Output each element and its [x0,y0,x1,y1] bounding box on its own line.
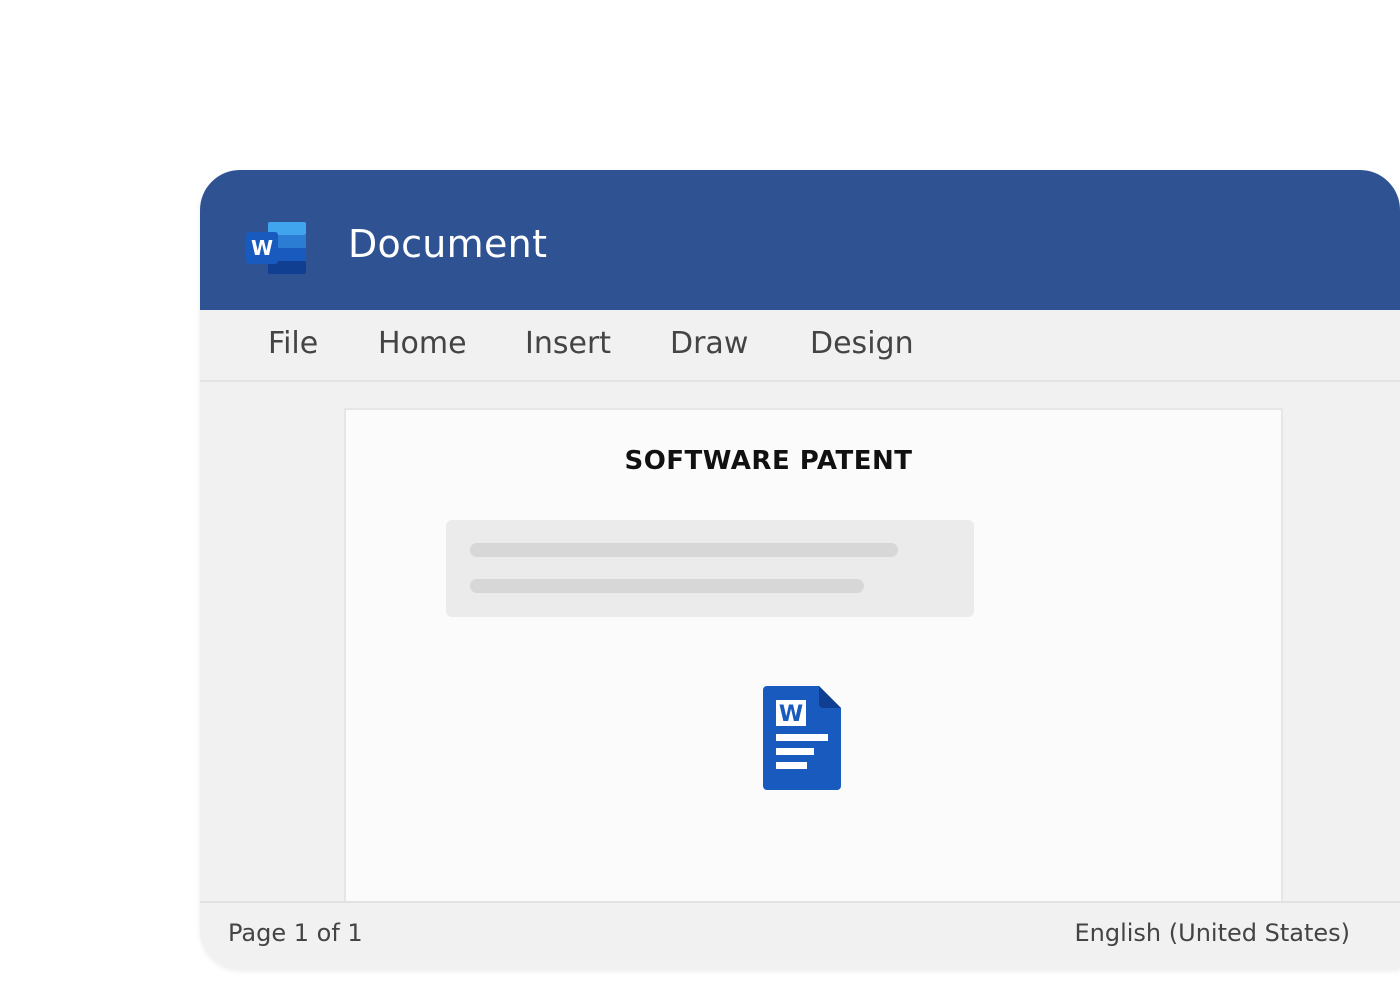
ribbon-tabs: File Home Insert Draw Design [200,310,1400,382]
language-status[interactable]: English (United States) [1074,919,1350,947]
tab-draw[interactable]: Draw [670,326,748,361]
tab-design[interactable]: Design [810,326,914,361]
tab-file[interactable]: File [268,326,318,361]
word-document-icon: W [763,686,841,790]
title-bar: W Document [200,170,1400,310]
document-page[interactable]: SOFTWARE PATENT W [344,408,1283,905]
text-placeholder-card [446,520,974,617]
svg-text:W: W [779,702,803,727]
tab-home[interactable]: Home [378,326,467,361]
document-canvas: SOFTWARE PATENT W [200,382,1400,905]
word-window: W Document File Home Insert Draw Design … [200,170,1400,969]
word-logo-icon: W [246,222,306,274]
tab-insert[interactable]: Insert [525,326,611,361]
document-title: Document [348,222,548,266]
svg-text:W: W [251,236,273,260]
placeholder-line [470,579,864,593]
page-count-status[interactable]: Page 1 of 1 [228,919,363,947]
placeholder-line [470,543,898,557]
document-heading: SOFTWARE PATENT [624,446,913,476]
status-bar: Page 1 of 1 English (United States) [200,901,1400,969]
